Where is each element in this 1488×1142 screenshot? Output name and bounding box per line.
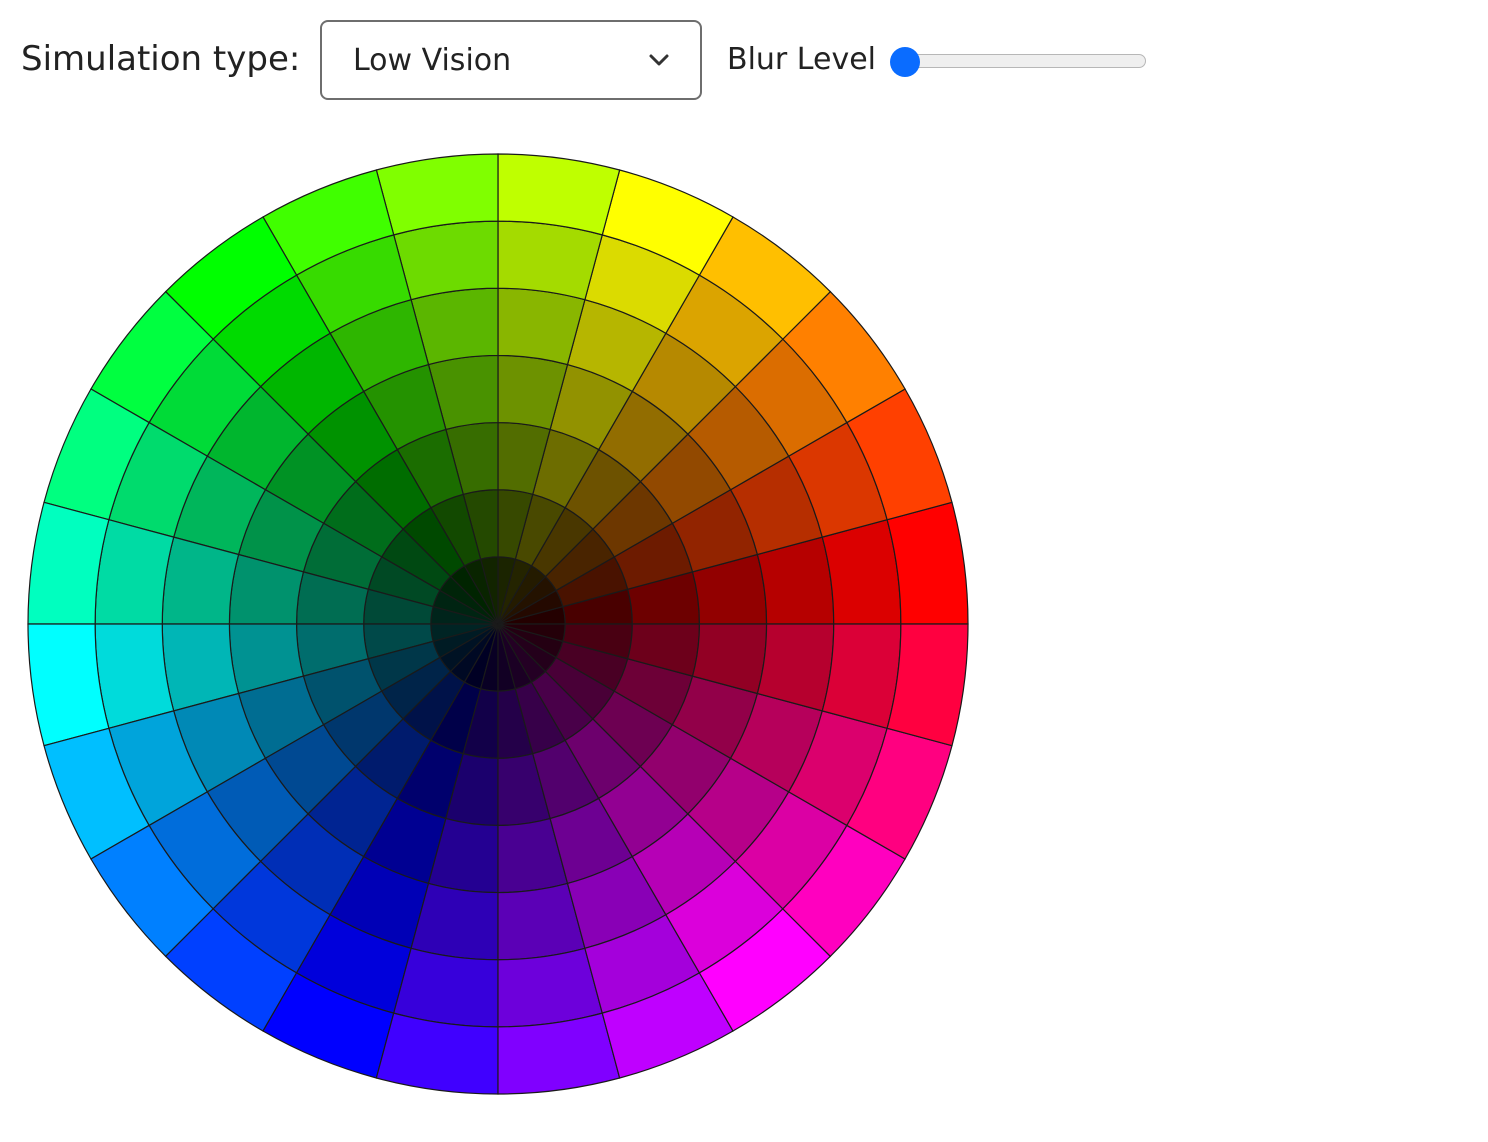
slider-track [896,54,1146,68]
wheel-cell [94,623,175,730]
slider-thumb[interactable] [890,47,920,77]
simulation-type-select[interactable]: Low Vision [320,20,702,100]
wheel-cell [497,947,604,1028]
wheel-cell [392,947,499,1028]
chevron-down-icon [649,54,669,66]
simulation-type-label: Simulation type: [21,39,301,79]
wheel-cell [497,220,604,301]
wheel-cell [821,518,902,625]
color-wheel [27,153,969,1095]
wheel-cell [392,220,499,301]
blur-level-slider[interactable] [890,46,1148,78]
wheel-cell [94,518,175,625]
color-wheel-canvas [20,146,980,1106]
wheel-cell [821,623,902,730]
blur-level-label: Blur Level [727,42,876,77]
toolbar: Simulation type: Low Vision Blur Level [0,0,1488,120]
simulation-type-value: Low Vision [353,43,512,78]
